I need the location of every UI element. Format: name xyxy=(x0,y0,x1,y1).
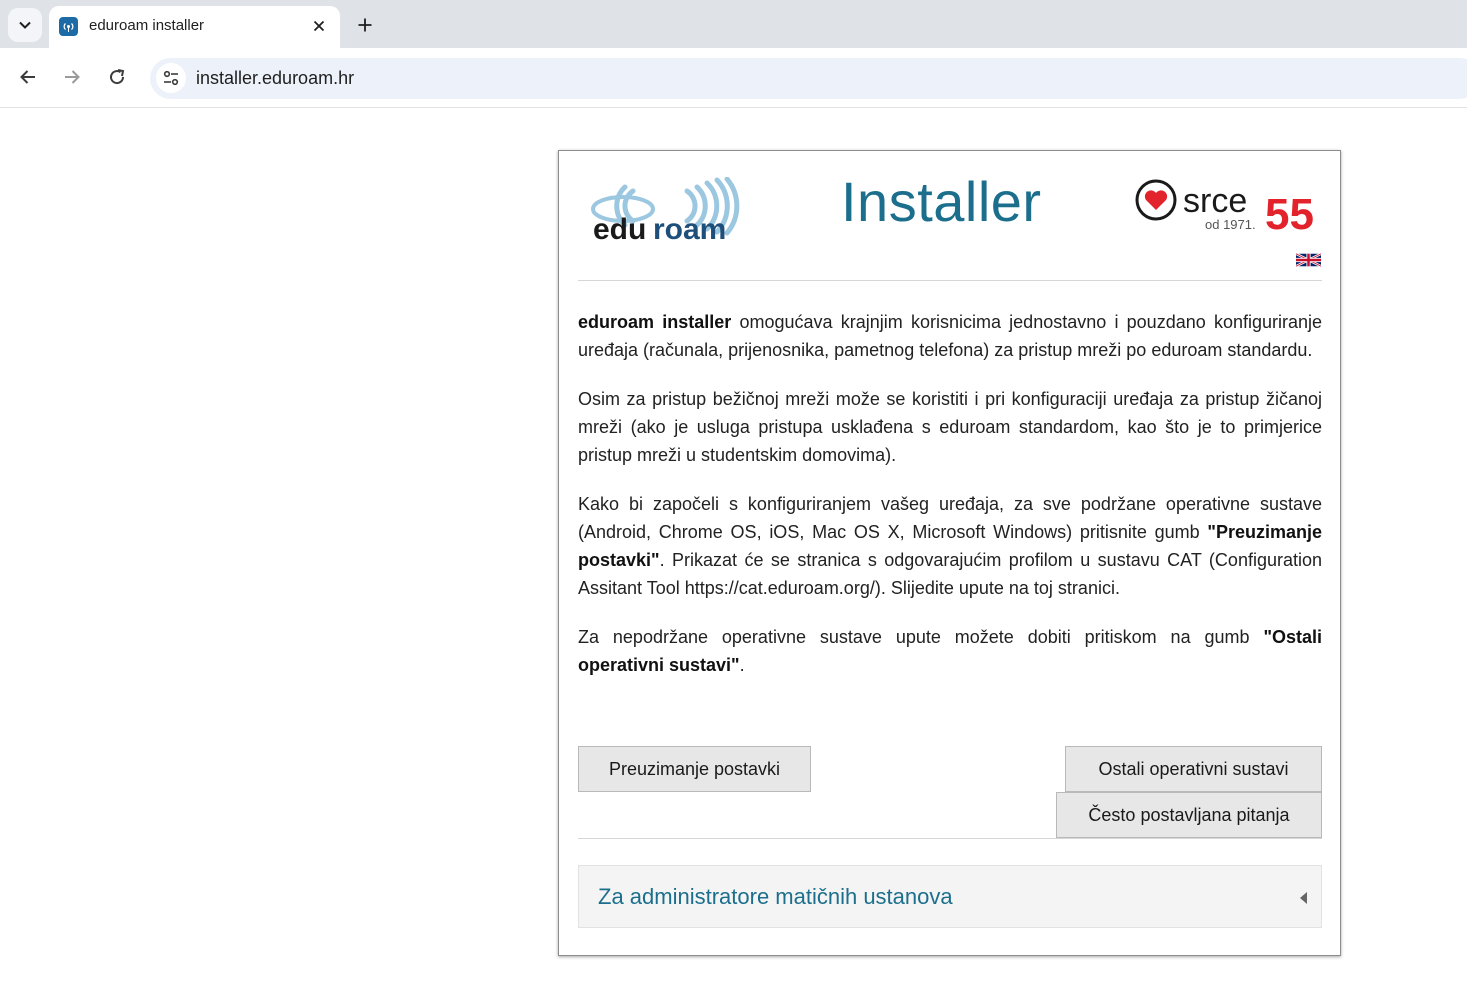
srce-logo-text: srce xyxy=(1183,182,1247,220)
new-tab-button[interactable] xyxy=(350,10,380,40)
browser-toolbar: installer.eduroam.hr xyxy=(0,48,1467,108)
admin-panel-toggle[interactable]: Za administratore matičnih ustanova xyxy=(578,865,1322,928)
page-title: Installer xyxy=(841,170,1042,233)
back-button[interactable] xyxy=(13,62,43,92)
plus-icon xyxy=(358,18,372,32)
srce-logo: srce 55 od 1971. xyxy=(1135,179,1314,237)
p4-text-b: . xyxy=(739,655,745,675)
url-text[interactable]: installer.eduroam.hr xyxy=(196,68,354,89)
forward-button[interactable] xyxy=(57,62,87,92)
site-info-button[interactable] xyxy=(156,63,186,93)
srce-logo-number: 55 xyxy=(1265,190,1314,237)
header-divider xyxy=(578,280,1322,281)
active-tab[interactable]: eduroam installer xyxy=(49,6,340,48)
eduroam-logo-edu: edu xyxy=(593,213,646,245)
paragraph-1: eduroam installer omogućava krajnjim kor… xyxy=(578,308,1322,364)
paragraph-2: Osim za pristup bežičnoj mreži može se k… xyxy=(578,385,1322,469)
tab-search-button[interactable] xyxy=(8,8,42,42)
arrow-left-icon xyxy=(20,70,35,84)
caret-left-icon xyxy=(1300,892,1307,904)
p1-bold: eduroam installer xyxy=(578,312,732,332)
buttons-divider xyxy=(578,838,1322,839)
p3-text-b: . Prikazat će se stranica s odgovarajući… xyxy=(578,550,1322,598)
reload-icon xyxy=(110,69,125,85)
p2-text: Osim za pristup bežičnoj mreži može se k… xyxy=(578,389,1322,465)
intro-text: eduroam installer omogućava krajnjim kor… xyxy=(578,308,1322,700)
reload-button[interactable] xyxy=(102,62,132,92)
eduroam-favicon xyxy=(59,17,78,36)
eduroam-logo-roam: roam xyxy=(653,213,726,245)
address-bar[interactable]: installer.eduroam.hr xyxy=(150,58,1467,99)
p4-text-a: Za nepodržane operativne sustave upute m… xyxy=(578,627,1264,647)
installer-card: edu roam Installer srce 55 od 1971. edur… xyxy=(558,150,1341,956)
other-os-button[interactable]: Ostali operativni sustavi xyxy=(1065,746,1322,792)
tune-icon xyxy=(163,70,179,86)
download-settings-button[interactable]: Preuzimanje postavki xyxy=(578,746,811,792)
tab-title: eduroam installer xyxy=(89,17,205,34)
faq-button[interactable]: Često postavljana pitanja xyxy=(1056,792,1322,838)
srce-logo-since: od 1971. xyxy=(1205,217,1256,232)
chevron-down-icon xyxy=(19,21,31,29)
uk-flag-icon[interactable] xyxy=(1296,252,1321,268)
arrow-right-icon xyxy=(65,70,80,84)
tab-close-button[interactable] xyxy=(309,16,329,36)
paragraph-4: Za nepodržane operativne sustave upute m… xyxy=(578,623,1322,679)
paragraph-3: Kako bi započeli s konfiguriranjem vašeg… xyxy=(578,490,1322,602)
eduroam-logo: edu roam xyxy=(591,177,740,245)
close-icon xyxy=(313,20,325,32)
admin-panel-label: Za administratore matičnih ustanova xyxy=(598,884,953,909)
browser-tabstrip: eduroam installer xyxy=(0,0,1467,48)
